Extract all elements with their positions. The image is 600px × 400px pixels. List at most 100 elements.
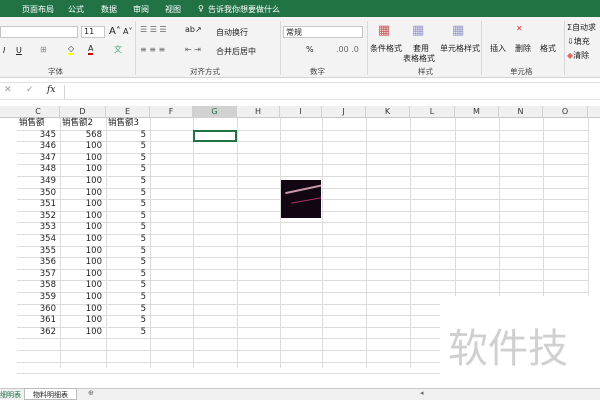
- cell[interactable]: 346: [19, 141, 56, 152]
- cell[interactable]: 100: [62, 153, 102, 164]
- column-header-O[interactable]: O: [543, 106, 588, 118]
- cell[interactable]: 5: [108, 292, 146, 303]
- cell[interactable]: 100: [62, 304, 102, 315]
- format-button[interactable]: 格式: [540, 43, 556, 54]
- sheet-tab-1[interactable]: 细明表: [0, 390, 21, 400]
- delete-button[interactable]: 删除: [515, 43, 531, 54]
- tab-page-layout[interactable]: 页面布局: [22, 4, 54, 15]
- conditional-format-button[interactable]: 条件格式: [370, 43, 402, 54]
- cell[interactable]: 100: [62, 176, 102, 187]
- cell[interactable]: 100: [62, 211, 102, 222]
- cell[interactable]: 568: [62, 130, 102, 141]
- column-header-H[interactable]: H: [237, 106, 280, 118]
- cell[interactable]: 357: [19, 269, 56, 280]
- cell[interactable]: 5: [108, 153, 146, 164]
- fill-button[interactable]: ⇩填充: [567, 36, 590, 47]
- tab-review[interactable]: 审阅: [133, 4, 149, 15]
- insert-button[interactable]: 插入: [490, 43, 506, 54]
- underline-button[interactable]: U: [16, 46, 22, 55]
- cell[interactable]: 100: [62, 327, 102, 338]
- cell[interactable]: 345: [19, 130, 56, 141]
- cell[interactable]: 5: [108, 315, 146, 326]
- cell[interactable]: 347: [19, 153, 56, 164]
- formula-input[interactable]: [64, 85, 600, 99]
- cell[interactable]: 352: [19, 211, 56, 222]
- cell[interactable]: 360: [19, 304, 56, 315]
- embedded-image[interactable]: [281, 180, 321, 218]
- cell[interactable]: 100: [62, 315, 102, 326]
- percent-button[interactable]: %: [306, 45, 314, 54]
- cell[interactable]: 353: [19, 222, 56, 233]
- cell[interactable]: 5: [108, 304, 146, 315]
- border-icon[interactable]: ⊞: [40, 45, 47, 54]
- column-header-F[interactable]: F: [150, 106, 193, 118]
- cell[interactable]: 5: [108, 199, 146, 210]
- cell[interactable]: 100: [62, 292, 102, 303]
- cell[interactable]: 5: [108, 164, 146, 175]
- autosum-button[interactable]: Σ自动求: [567, 22, 596, 33]
- sheet-tab-2[interactable]: 物料明细表: [24, 388, 77, 400]
- cell[interactable]: 100: [62, 234, 102, 245]
- cell[interactable]: 100: [62, 222, 102, 233]
- clear-button[interactable]: ◆清除: [567, 50, 589, 61]
- cell[interactable]: 100: [62, 280, 102, 291]
- cell[interactable]: 销售额3: [108, 118, 146, 129]
- font-size-select[interactable]: 11: [81, 26, 105, 38]
- cell[interactable]: 100: [62, 246, 102, 257]
- number-format-select[interactable]: 常规: [283, 26, 363, 38]
- align-top-icon[interactable]: ☰ ☰ ☰: [140, 25, 167, 34]
- column-header-E[interactable]: E: [106, 106, 150, 118]
- selected-cell-G2[interactable]: [193, 129, 237, 143]
- cell[interactable]: 356: [19, 257, 56, 268]
- wrap-text-button[interactable]: 自动换行: [216, 27, 248, 38]
- cell[interactable]: 348: [19, 164, 56, 175]
- cell[interactable]: 100: [62, 257, 102, 268]
- column-header-L[interactable]: L: [410, 106, 455, 118]
- font-name-select[interactable]: [0, 26, 78, 38]
- cell[interactable]: 100: [62, 141, 102, 152]
- cell[interactable]: 5: [108, 222, 146, 233]
- phonetic-icon[interactable]: 文: [114, 44, 122, 55]
- decimal-icon[interactable]: .00 .0: [336, 45, 359, 54]
- cell[interactable]: 5: [108, 211, 146, 222]
- column-header-J[interactable]: J: [322, 106, 366, 118]
- column-header-D[interactable]: D: [60, 106, 106, 118]
- cell[interactable]: 5: [108, 176, 146, 187]
- cell[interactable]: 350: [19, 188, 56, 199]
- cell[interactable]: 361: [19, 315, 56, 326]
- fill-color-icon[interactable]: ◇: [68, 44, 75, 55]
- cell[interactable]: 5: [108, 188, 146, 199]
- align-left-icon[interactable]: ≡ ≡ ≡: [140, 45, 165, 54]
- cell[interactable]: 5: [108, 327, 146, 338]
- cell-style-button[interactable]: 单元格样式: [440, 43, 480, 54]
- column-header-I[interactable]: I: [280, 106, 322, 118]
- font-color-icon[interactable]: A: [88, 44, 94, 55]
- cell[interactable]: 5: [108, 280, 146, 291]
- cell[interactable]: 5: [108, 246, 146, 257]
- cell[interactable]: 销售额2: [62, 118, 102, 129]
- tab-data[interactable]: 数据: [101, 4, 117, 15]
- cell[interactable]: 100: [62, 199, 102, 210]
- cell[interactable]: 351: [19, 199, 56, 210]
- cell[interactable]: 5: [108, 141, 146, 152]
- decrease-font-icon[interactable]: A˅: [123, 27, 132, 36]
- cell[interactable]: 100: [62, 188, 102, 199]
- fx-icon[interactable]: fx: [47, 85, 55, 95]
- tab-formulas[interactable]: 公式: [68, 4, 84, 15]
- cell[interactable]: 354: [19, 234, 56, 245]
- cell[interactable]: 5: [108, 257, 146, 268]
- cell[interactable]: 358: [19, 280, 56, 291]
- cell[interactable]: 5: [108, 130, 146, 141]
- indent-icon[interactable]: ⇤ ⇥: [185, 45, 201, 54]
- cell[interactable]: 销售额: [19, 118, 56, 129]
- cell[interactable]: 362: [19, 327, 56, 338]
- column-header-N[interactable]: N: [499, 106, 543, 118]
- column-header-G[interactable]: G: [193, 106, 237, 118]
- cell[interactable]: 100: [62, 269, 102, 280]
- tell-me-search[interactable]: 告诉我你想要做什么: [208, 4, 280, 15]
- orientation-icon[interactable]: ab↗: [185, 25, 202, 34]
- cell[interactable]: 5: [108, 269, 146, 280]
- cell[interactable]: 355: [19, 246, 56, 257]
- cell[interactable]: 100: [62, 164, 102, 175]
- merge-center-button[interactable]: 合并后居中: [216, 46, 256, 57]
